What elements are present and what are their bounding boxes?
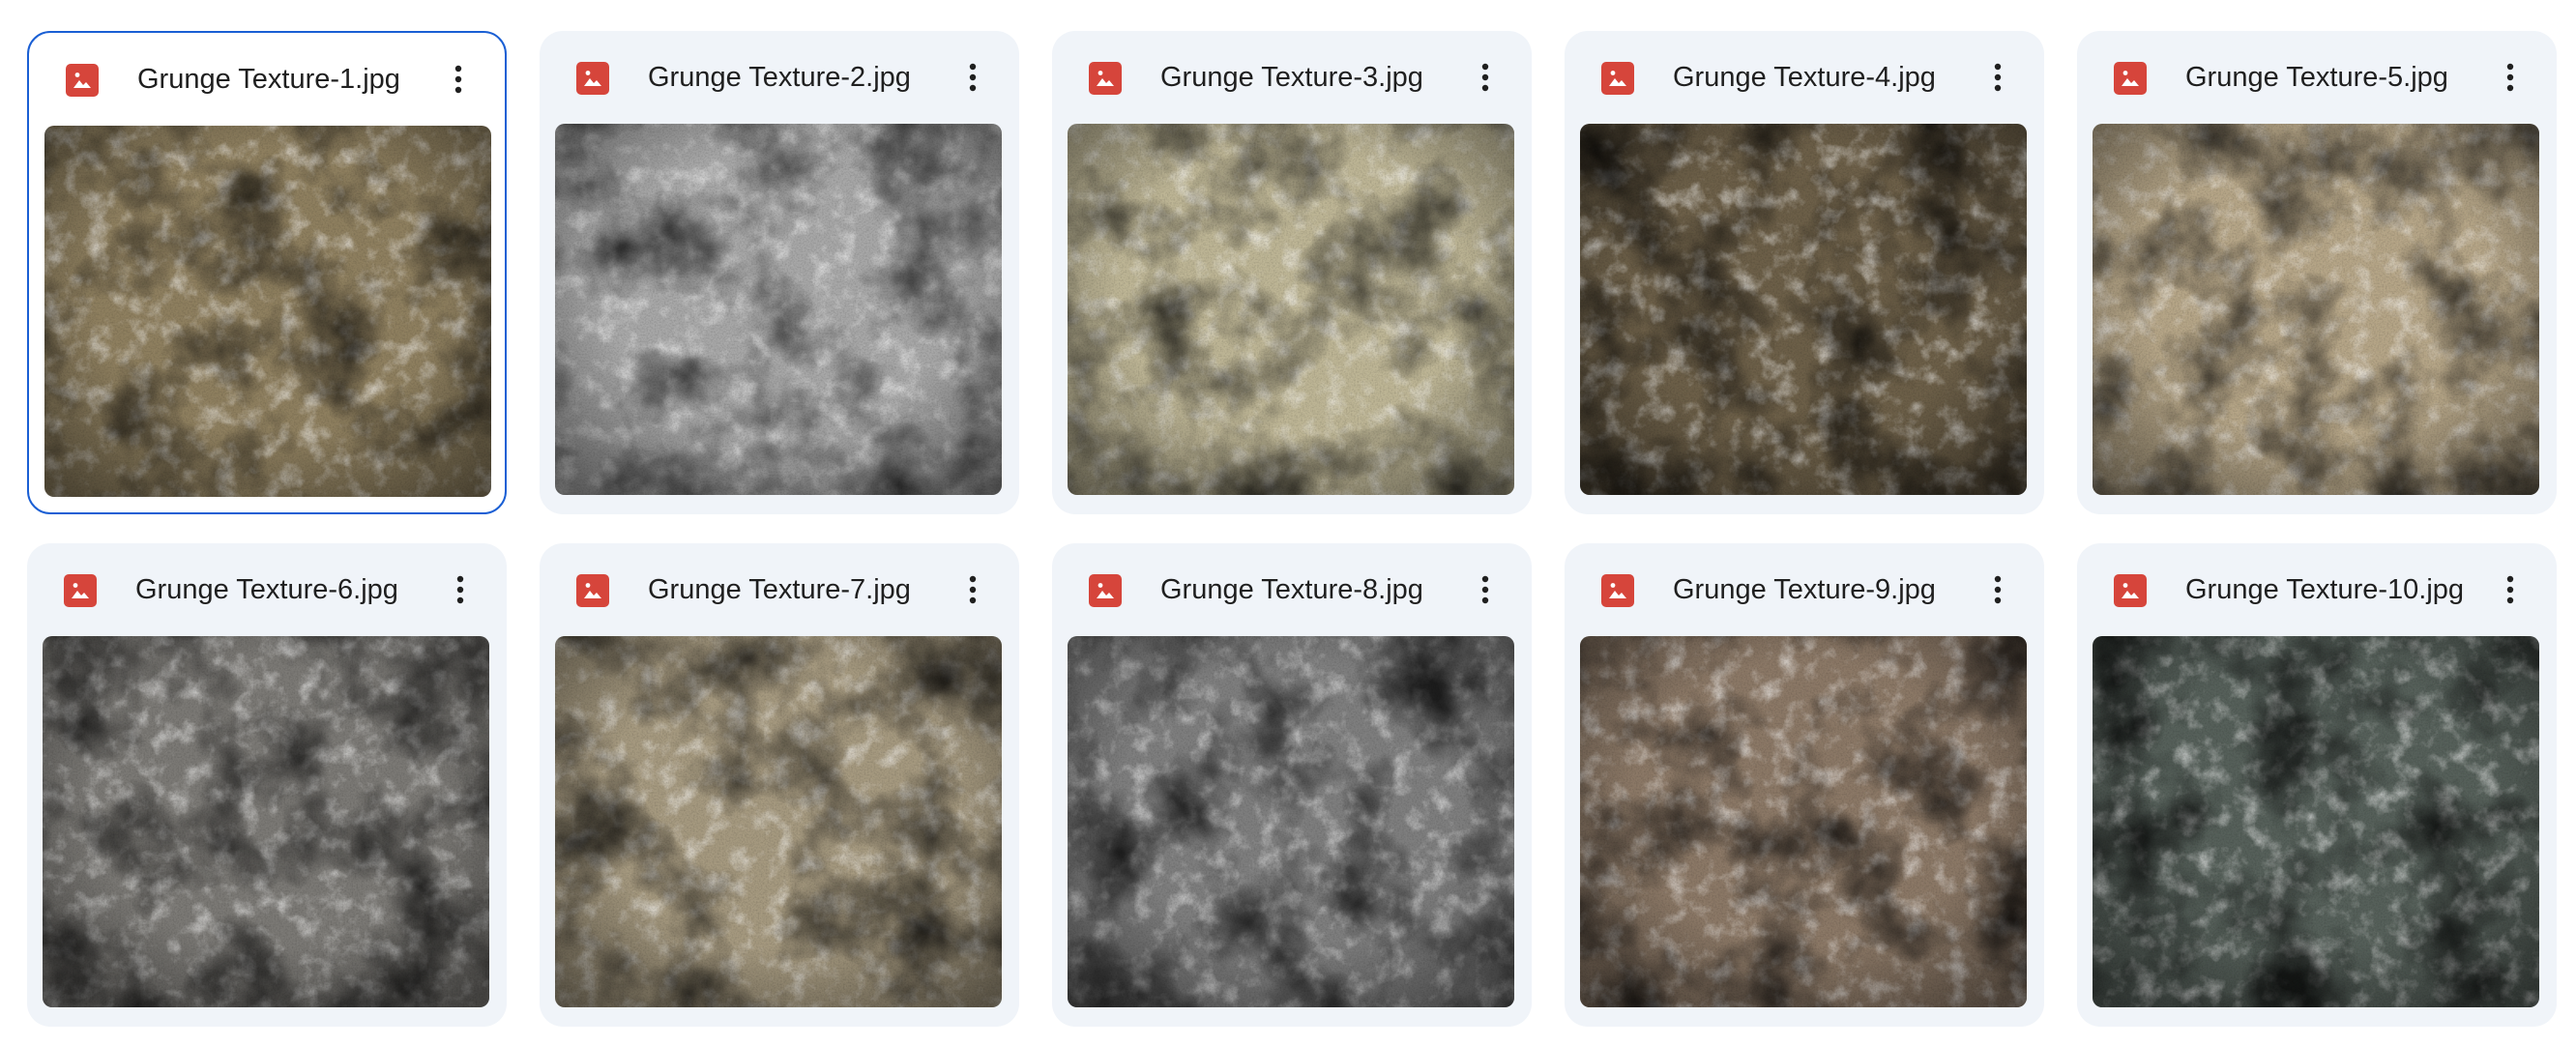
file-name: Grunge Texture-4.jpg	[1673, 62, 1936, 93]
grunge-texture-image	[1068, 636, 1514, 1007]
file-name: Grunge Texture-5.jpg	[2185, 62, 2448, 93]
file-thumbnail[interactable]	[2093, 124, 2539, 495]
file-card-header[interactable]: Grunge Texture-2.jpg	[540, 31, 1019, 124]
image-file-icon	[1601, 574, 1634, 607]
grunge-texture-image	[43, 636, 489, 1007]
file-name: Grunge Texture-7.jpg	[648, 574, 911, 605]
image-file-icon	[1089, 62, 1122, 95]
file-card[interactable]: Grunge Texture-3.jpg	[1052, 31, 1532, 514]
file-card-header[interactable]: Grunge Texture-10.jpg	[2077, 543, 2557, 636]
more-actions-button[interactable]	[1460, 52, 1510, 102]
more-actions-button[interactable]	[433, 54, 483, 104]
file-name: Grunge Texture-1.jpg	[137, 64, 400, 95]
more-actions-button[interactable]	[948, 52, 998, 102]
file-card[interactable]: Grunge Texture-1.jpg	[27, 31, 507, 514]
file-name: Grunge Texture-8.jpg	[1160, 574, 1423, 605]
file-card-header[interactable]: Grunge Texture-6.jpg	[27, 543, 507, 636]
file-card[interactable]: Grunge Texture-2.jpg	[540, 31, 1019, 514]
file-card-header[interactable]: Grunge Texture-4.jpg	[1565, 31, 2044, 124]
file-thumbnail[interactable]	[1580, 636, 2027, 1007]
more-actions-button[interactable]	[2485, 52, 2535, 102]
file-grid: Grunge Texture-1.jpg Grunge Texture-2.jp…	[0, 0, 2576, 1046]
file-name: Grunge Texture-3.jpg	[1160, 62, 1423, 93]
grunge-texture-image	[44, 126, 491, 497]
file-card[interactable]: Grunge Texture-4.jpg	[1565, 31, 2044, 514]
file-name: Grunge Texture-6.jpg	[135, 574, 398, 605]
file-card-header[interactable]: Grunge Texture-3.jpg	[1052, 31, 1532, 124]
file-card-header[interactable]: Grunge Texture-7.jpg	[540, 543, 1019, 636]
grunge-texture-image	[2093, 636, 2539, 1007]
file-name: Grunge Texture-10.jpg	[2185, 574, 2465, 605]
file-thumbnail[interactable]	[555, 124, 1002, 495]
more-actions-button[interactable]	[1460, 565, 1510, 615]
grunge-texture-image	[1580, 124, 2027, 495]
image-file-icon	[2114, 574, 2147, 607]
more-actions-button[interactable]	[1973, 52, 2023, 102]
grunge-texture-image	[1068, 124, 1514, 495]
file-thumbnail[interactable]	[1580, 124, 2027, 495]
file-card-header[interactable]: Grunge Texture-8.jpg	[1052, 543, 1532, 636]
file-card[interactable]: Grunge Texture-10.jpg	[2077, 543, 2557, 1027]
image-file-icon	[1089, 574, 1122, 607]
file-name: Grunge Texture-2.jpg	[648, 62, 911, 93]
image-file-icon	[64, 574, 97, 607]
file-thumbnail[interactable]	[2093, 636, 2539, 1007]
file-thumbnail[interactable]	[1068, 636, 1514, 1007]
file-name: Grunge Texture-9.jpg	[1673, 574, 1936, 605]
file-thumbnail[interactable]	[555, 636, 1002, 1007]
image-file-icon	[576, 62, 609, 95]
file-card-header[interactable]: Grunge Texture-9.jpg	[1565, 543, 2044, 636]
more-actions-button[interactable]	[1973, 565, 2023, 615]
grunge-texture-image	[555, 636, 1002, 1007]
more-actions-button[interactable]	[435, 565, 485, 615]
file-card[interactable]: Grunge Texture-9.jpg	[1565, 543, 2044, 1027]
grunge-texture-image	[2093, 124, 2539, 495]
grunge-texture-image	[555, 124, 1002, 495]
file-card-header[interactable]: Grunge Texture-5.jpg	[2077, 31, 2557, 124]
file-card-header[interactable]: Grunge Texture-1.jpg	[29, 33, 505, 126]
image-file-icon	[2114, 62, 2147, 95]
image-file-icon	[576, 574, 609, 607]
more-actions-button[interactable]	[948, 565, 998, 615]
file-thumbnail[interactable]	[44, 126, 491, 497]
file-card[interactable]: Grunge Texture-6.jpg	[27, 543, 507, 1027]
file-thumbnail[interactable]	[1068, 124, 1514, 495]
grunge-texture-image	[1580, 636, 2027, 1007]
image-file-icon	[1601, 62, 1634, 95]
image-file-icon	[66, 64, 99, 97]
more-actions-button[interactable]	[2485, 565, 2535, 615]
file-thumbnail[interactable]	[43, 636, 489, 1007]
file-card[interactable]: Grunge Texture-7.jpg	[540, 543, 1019, 1027]
file-card[interactable]: Grunge Texture-8.jpg	[1052, 543, 1532, 1027]
file-card[interactable]: Grunge Texture-5.jpg	[2077, 31, 2557, 514]
